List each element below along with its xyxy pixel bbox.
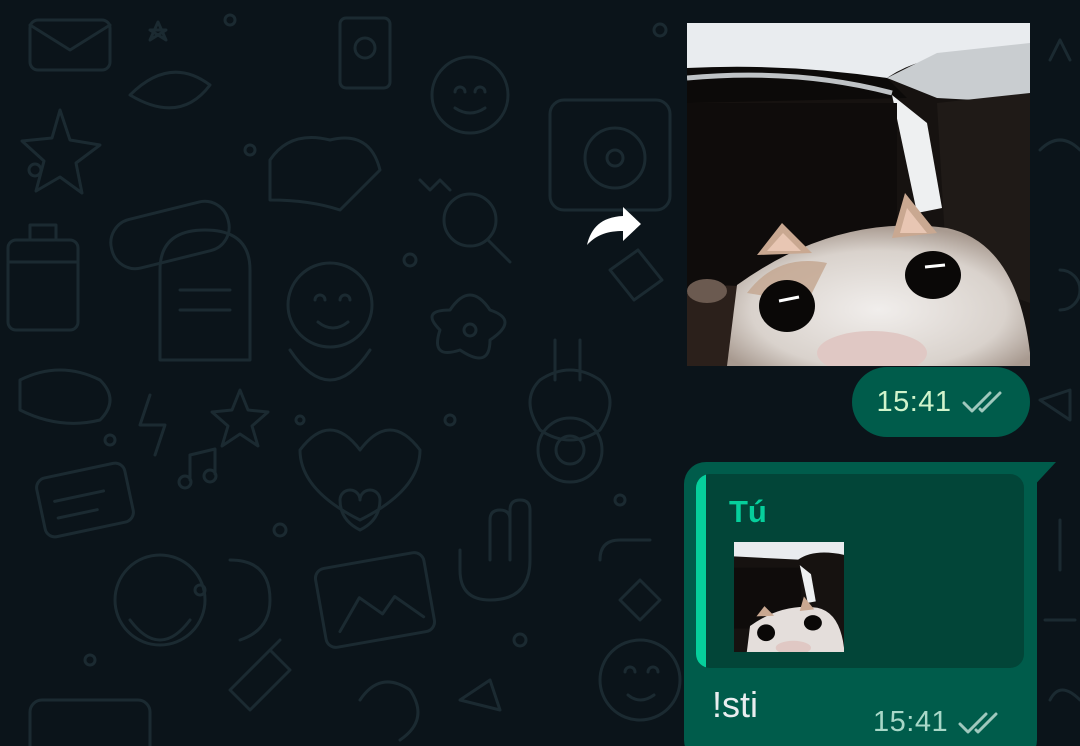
sticker-time: 15:41 bbox=[876, 385, 952, 418]
sticker-timestamp-pill: 15:41 bbox=[852, 367, 1030, 437]
quoted-author: Tú bbox=[729, 494, 767, 529]
message-text: !sti bbox=[712, 684, 759, 725]
message-meta: 15:41 bbox=[873, 706, 1002, 739]
sticker-image[interactable] bbox=[687, 23, 1030, 366]
double-check-icon bbox=[962, 391, 1002, 413]
quoted-message[interactable]: Tú bbox=[696, 474, 1024, 668]
bubble-tail bbox=[1030, 462, 1056, 490]
message-time: 15:41 bbox=[873, 706, 949, 738]
double-check-icon bbox=[958, 712, 998, 733]
forward-button[interactable] bbox=[580, 196, 648, 252]
quoted-sticker-thumbnail bbox=[734, 542, 844, 652]
forward-arrow-icon bbox=[587, 207, 641, 245]
cat-sticker-picture bbox=[687, 23, 1030, 366]
quote-accent-bar bbox=[696, 474, 706, 668]
